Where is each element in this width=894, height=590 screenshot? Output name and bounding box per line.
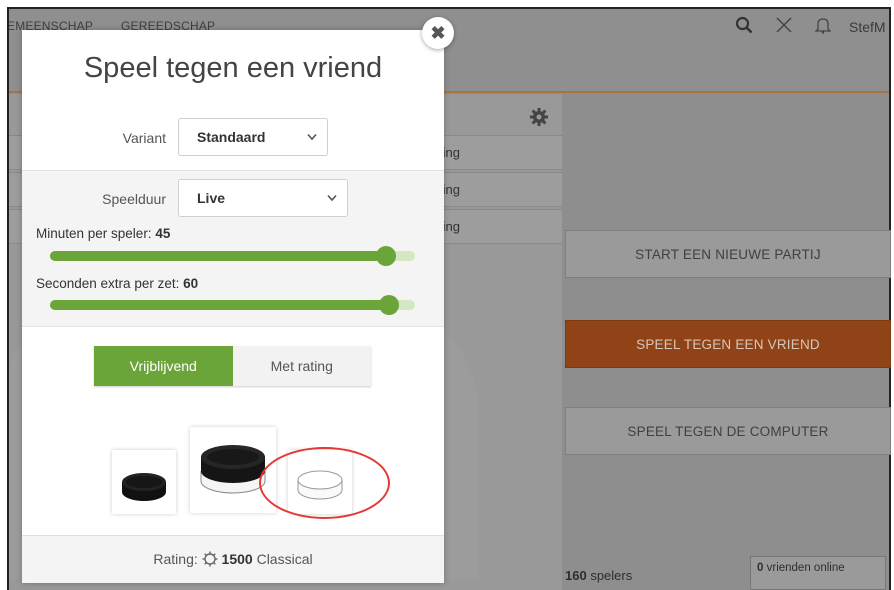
play-black-button[interactable] (112, 450, 176, 514)
minutes-label: Minuten per speler: 45 (36, 226, 171, 241)
rated-mode-button[interactable]: Met rating (232, 346, 371, 386)
close-button[interactable]: ✖ (422, 17, 454, 49)
duration-select[interactable]: Live (178, 179, 348, 217)
seconds-label: Seconden extra per zet: 60 (36, 276, 199, 291)
classical-clock-icon (202, 551, 222, 567)
black-piece-icon (122, 473, 166, 501)
variant-select[interactable]: Standaard (178, 118, 328, 156)
players-count: 160 spelers (565, 568, 633, 583)
new-game-button[interactable]: START EEN NIEUWE PARTIJ (565, 230, 891, 278)
minutes-slider-handle[interactable] (375, 246, 396, 266)
chevron-down-icon (307, 130, 317, 144)
user-name[interactable]: StefM (849, 19, 886, 35)
play-computer-button[interactable]: SPEEL TEGEN DE COMPUTER (565, 407, 891, 455)
search-icon[interactable] (735, 16, 753, 39)
minutes-slider-fill (50, 251, 386, 261)
bell-icon[interactable] (814, 16, 832, 39)
seconds-slider-handle[interactable] (379, 295, 400, 315)
friends-online-box[interactable]: 0 vrienden online (750, 556, 886, 590)
swords-icon[interactable] (775, 16, 793, 39)
gear-icon[interactable] (529, 107, 549, 133)
rating-footer: Rating: 1500 Classical (22, 535, 444, 583)
casual-mode-button[interactable]: Vrijblijvend (94, 346, 233, 386)
seconds-slider-fill (50, 300, 390, 310)
time-settings-section: Speelduur Live Minuten per speler: 45 Se… (22, 170, 444, 327)
chevron-down-icon (327, 191, 337, 205)
variant-label: Variant (122, 130, 166, 146)
highlight-circle (259, 447, 390, 519)
play-friend-button[interactable]: SPEEL TEGEN EEN VRIEND (565, 320, 891, 368)
rating-mode-toggle: Vrijblijvend Met rating (94, 346, 371, 386)
minutes-slider[interactable] (50, 246, 415, 266)
modal-title: Speel tegen een vriend (83, 52, 383, 84)
seconds-slider[interactable] (50, 295, 415, 315)
duration-label: Speelduur (102, 191, 166, 207)
